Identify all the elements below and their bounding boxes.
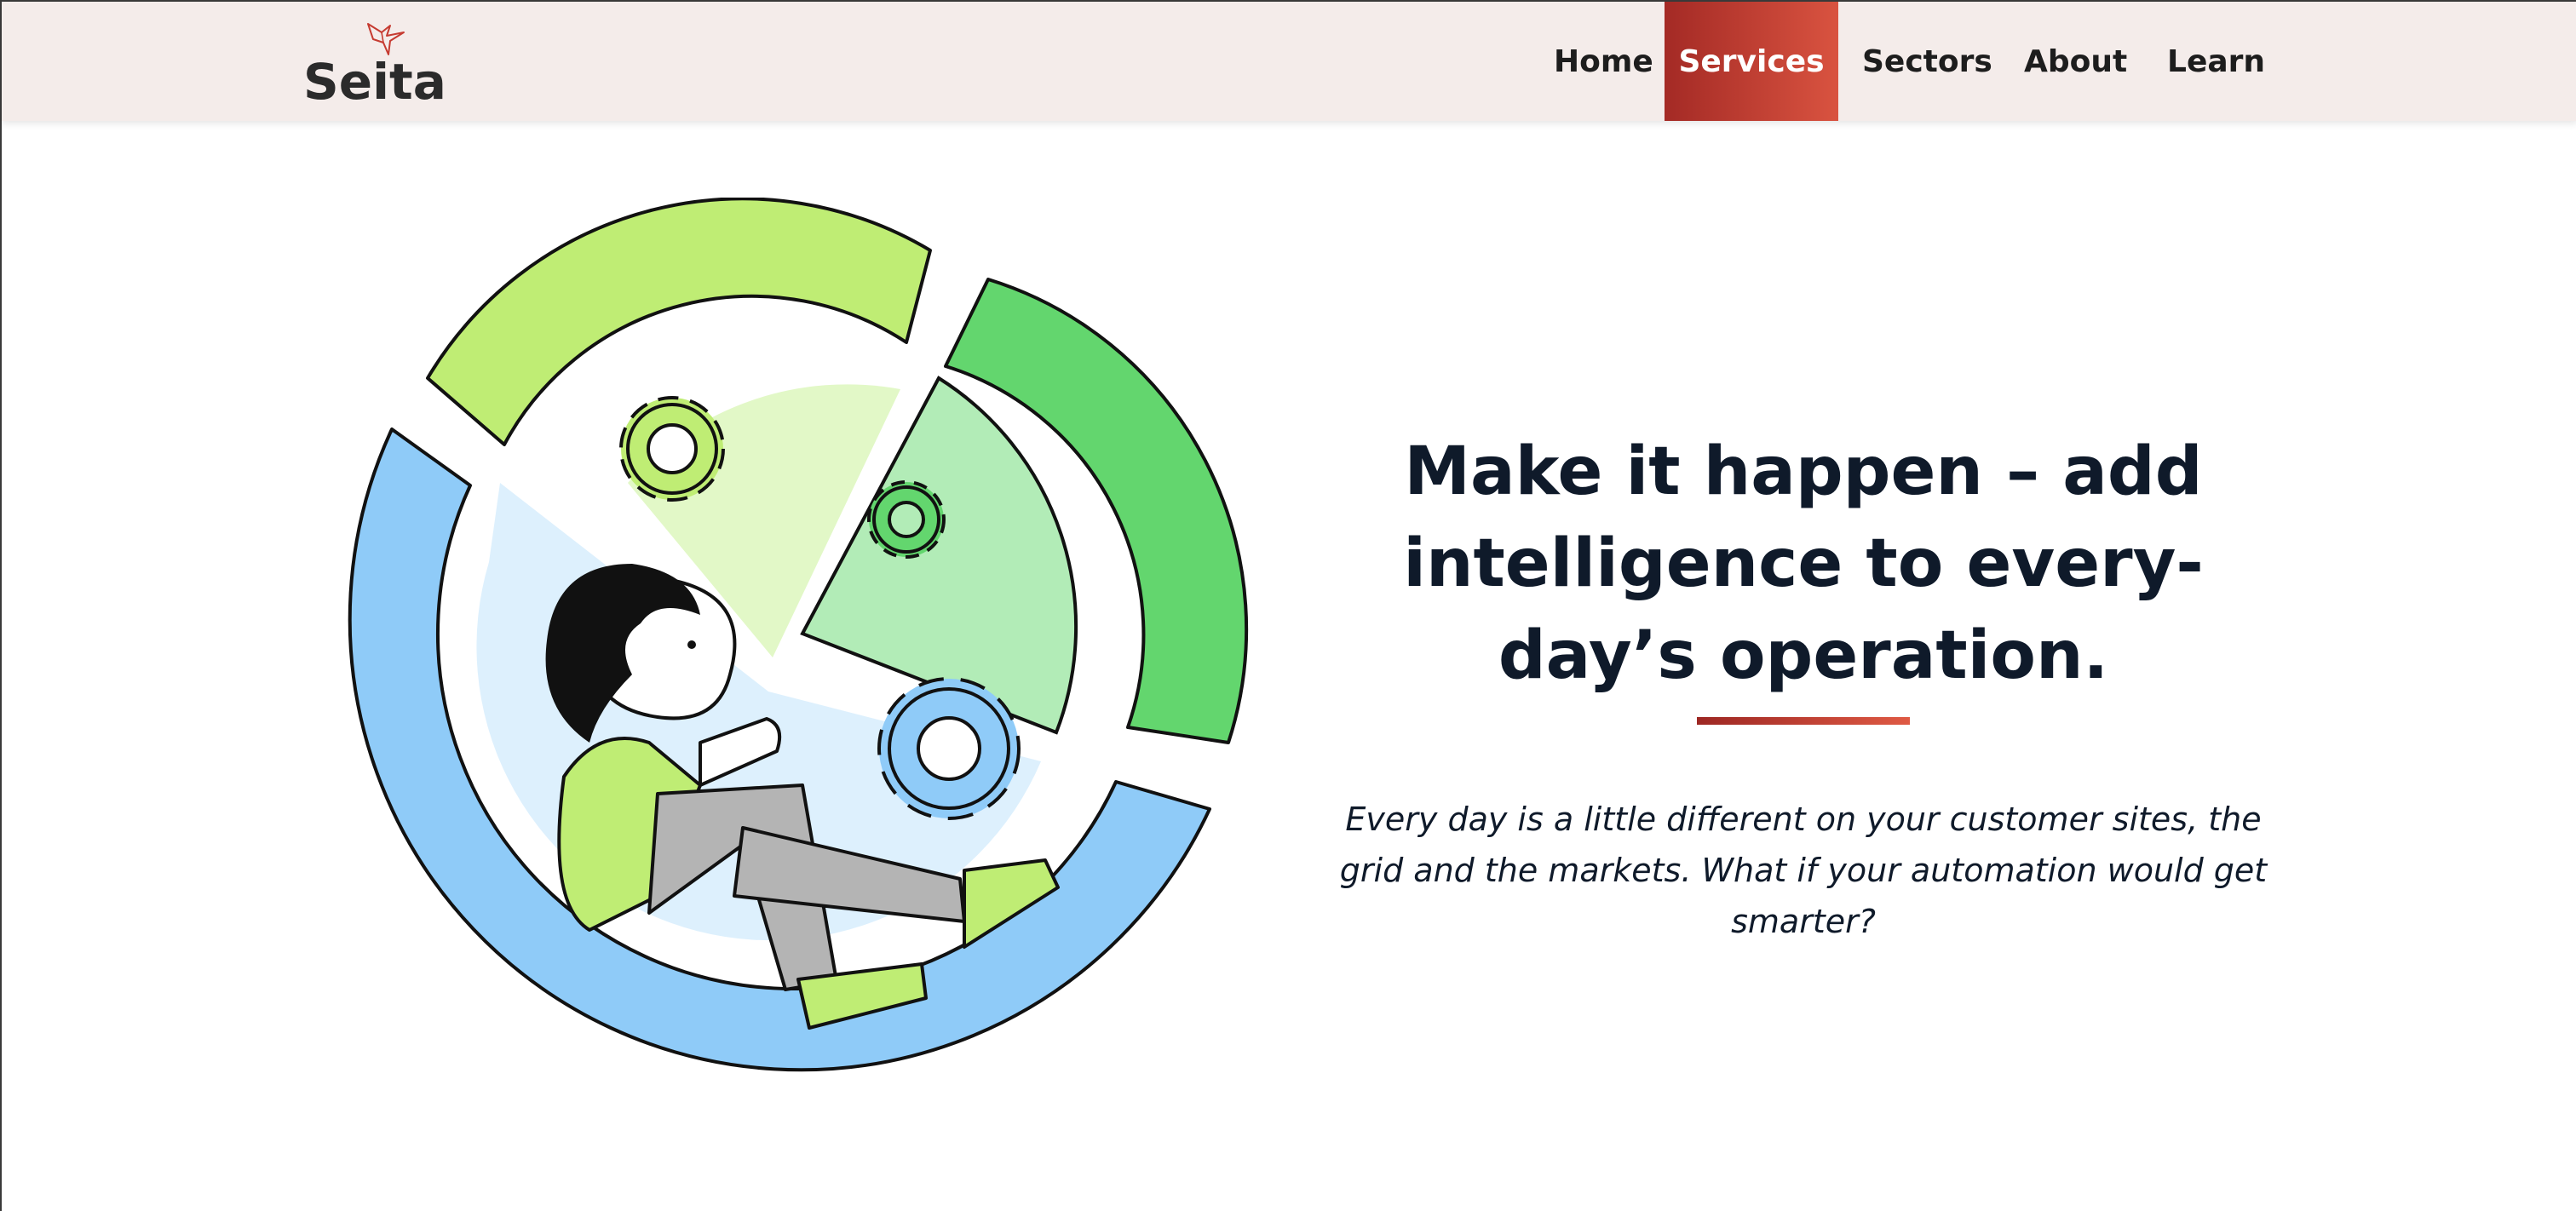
nav-sectors[interactable]: Sectors bbox=[1862, 2, 1992, 121]
seita-logo[interactable]: Seita bbox=[302, 17, 446, 111]
site-header: Seita Home Services Sectors About Learn bbox=[2, 2, 2576, 121]
logo-wordmark: Seita bbox=[303, 53, 446, 111]
gear-icon bbox=[877, 677, 1021, 820]
gear-icon bbox=[867, 480, 946, 559]
nav-learn[interactable]: Learn bbox=[2167, 2, 2265, 121]
nav-about[interactable]: About bbox=[2024, 2, 2127, 121]
bird-logo-icon bbox=[367, 23, 405, 55]
gear-icon bbox=[619, 396, 725, 502]
hero-illustration bbox=[348, 198, 1249, 1072]
hero-title: Make it happen – add intelligence to eve… bbox=[1403, 433, 2204, 694]
title-underline bbox=[1697, 717, 1910, 725]
nav-home[interactable]: Home bbox=[1554, 2, 1653, 121]
nav-services[interactable]: Services bbox=[1665, 2, 1838, 121]
hero-subtitle: Every day is a little different on your … bbox=[1339, 801, 2268, 940]
